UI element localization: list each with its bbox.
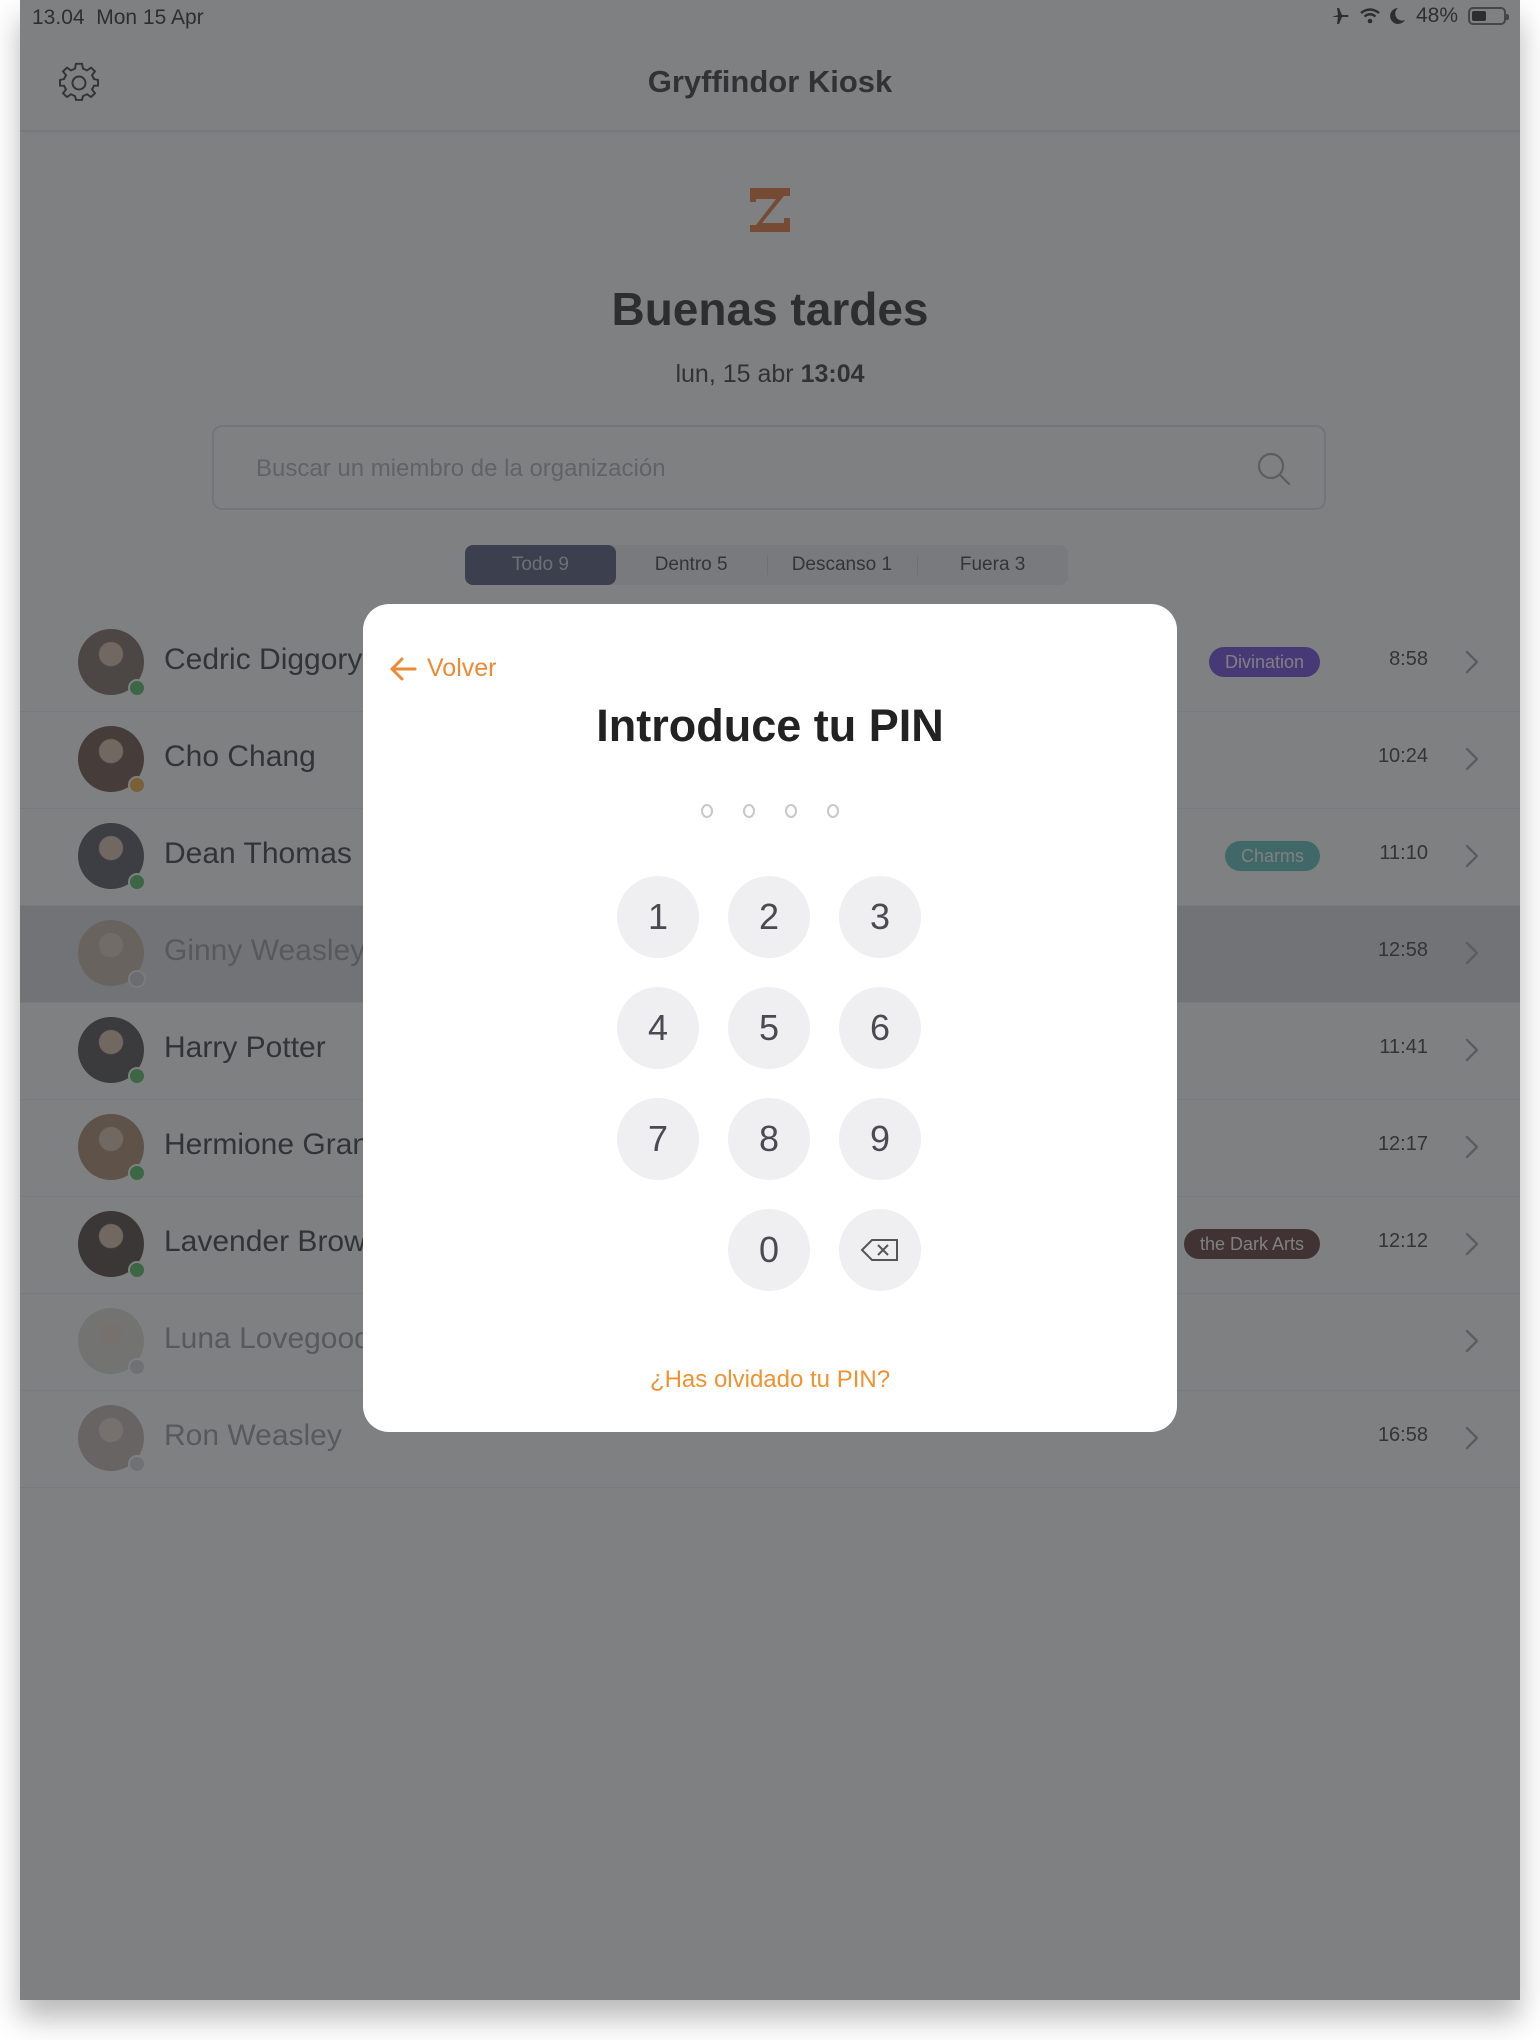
keypad-key-4[interactable]: 4	[617, 987, 699, 1069]
keypad-key-0[interactable]: 0	[728, 1209, 810, 1291]
keypad-key-2[interactable]: 2	[728, 876, 810, 958]
keypad-key-6[interactable]: 6	[839, 987, 921, 1069]
pin-indicator	[363, 804, 1177, 818]
keypad-key-3[interactable]: 3	[839, 876, 921, 958]
pin-modal: Volver Introduce tu PIN 123 456 7890 ¿Has …	[363, 604, 1177, 1432]
keypad-key-8[interactable]: 8	[728, 1098, 810, 1180]
pin-title: Introduce tu PIN	[596, 700, 944, 751]
backspace-icon	[860, 1239, 898, 1261]
keypad-key-1[interactable]: 1	[617, 876, 699, 958]
keypad-key-9[interactable]: 9	[839, 1098, 921, 1180]
backspace-key[interactable]	[839, 1209, 921, 1291]
pin-digit-indicator	[827, 804, 839, 818]
forgot-pin-link[interactable]: ¿Has olvidado tu PIN?	[363, 1366, 1177, 1394]
keypad-key-5[interactable]: 5	[728, 987, 810, 1069]
pin-digit-indicator	[785, 804, 797, 818]
pin-digit-indicator	[743, 804, 755, 818]
kiosk-screen: 13.04 Mon 15 Apr 48% Gryffindor Kiosk Bu…	[20, 0, 1520, 2000]
pin-digit-indicator	[701, 804, 713, 818]
back-label: Volver	[427, 654, 497, 682]
keypad-key-7[interactable]: 7	[617, 1098, 699, 1180]
back-button[interactable]: Volver	[389, 654, 496, 683]
arrow-left-icon	[390, 657, 417, 680]
